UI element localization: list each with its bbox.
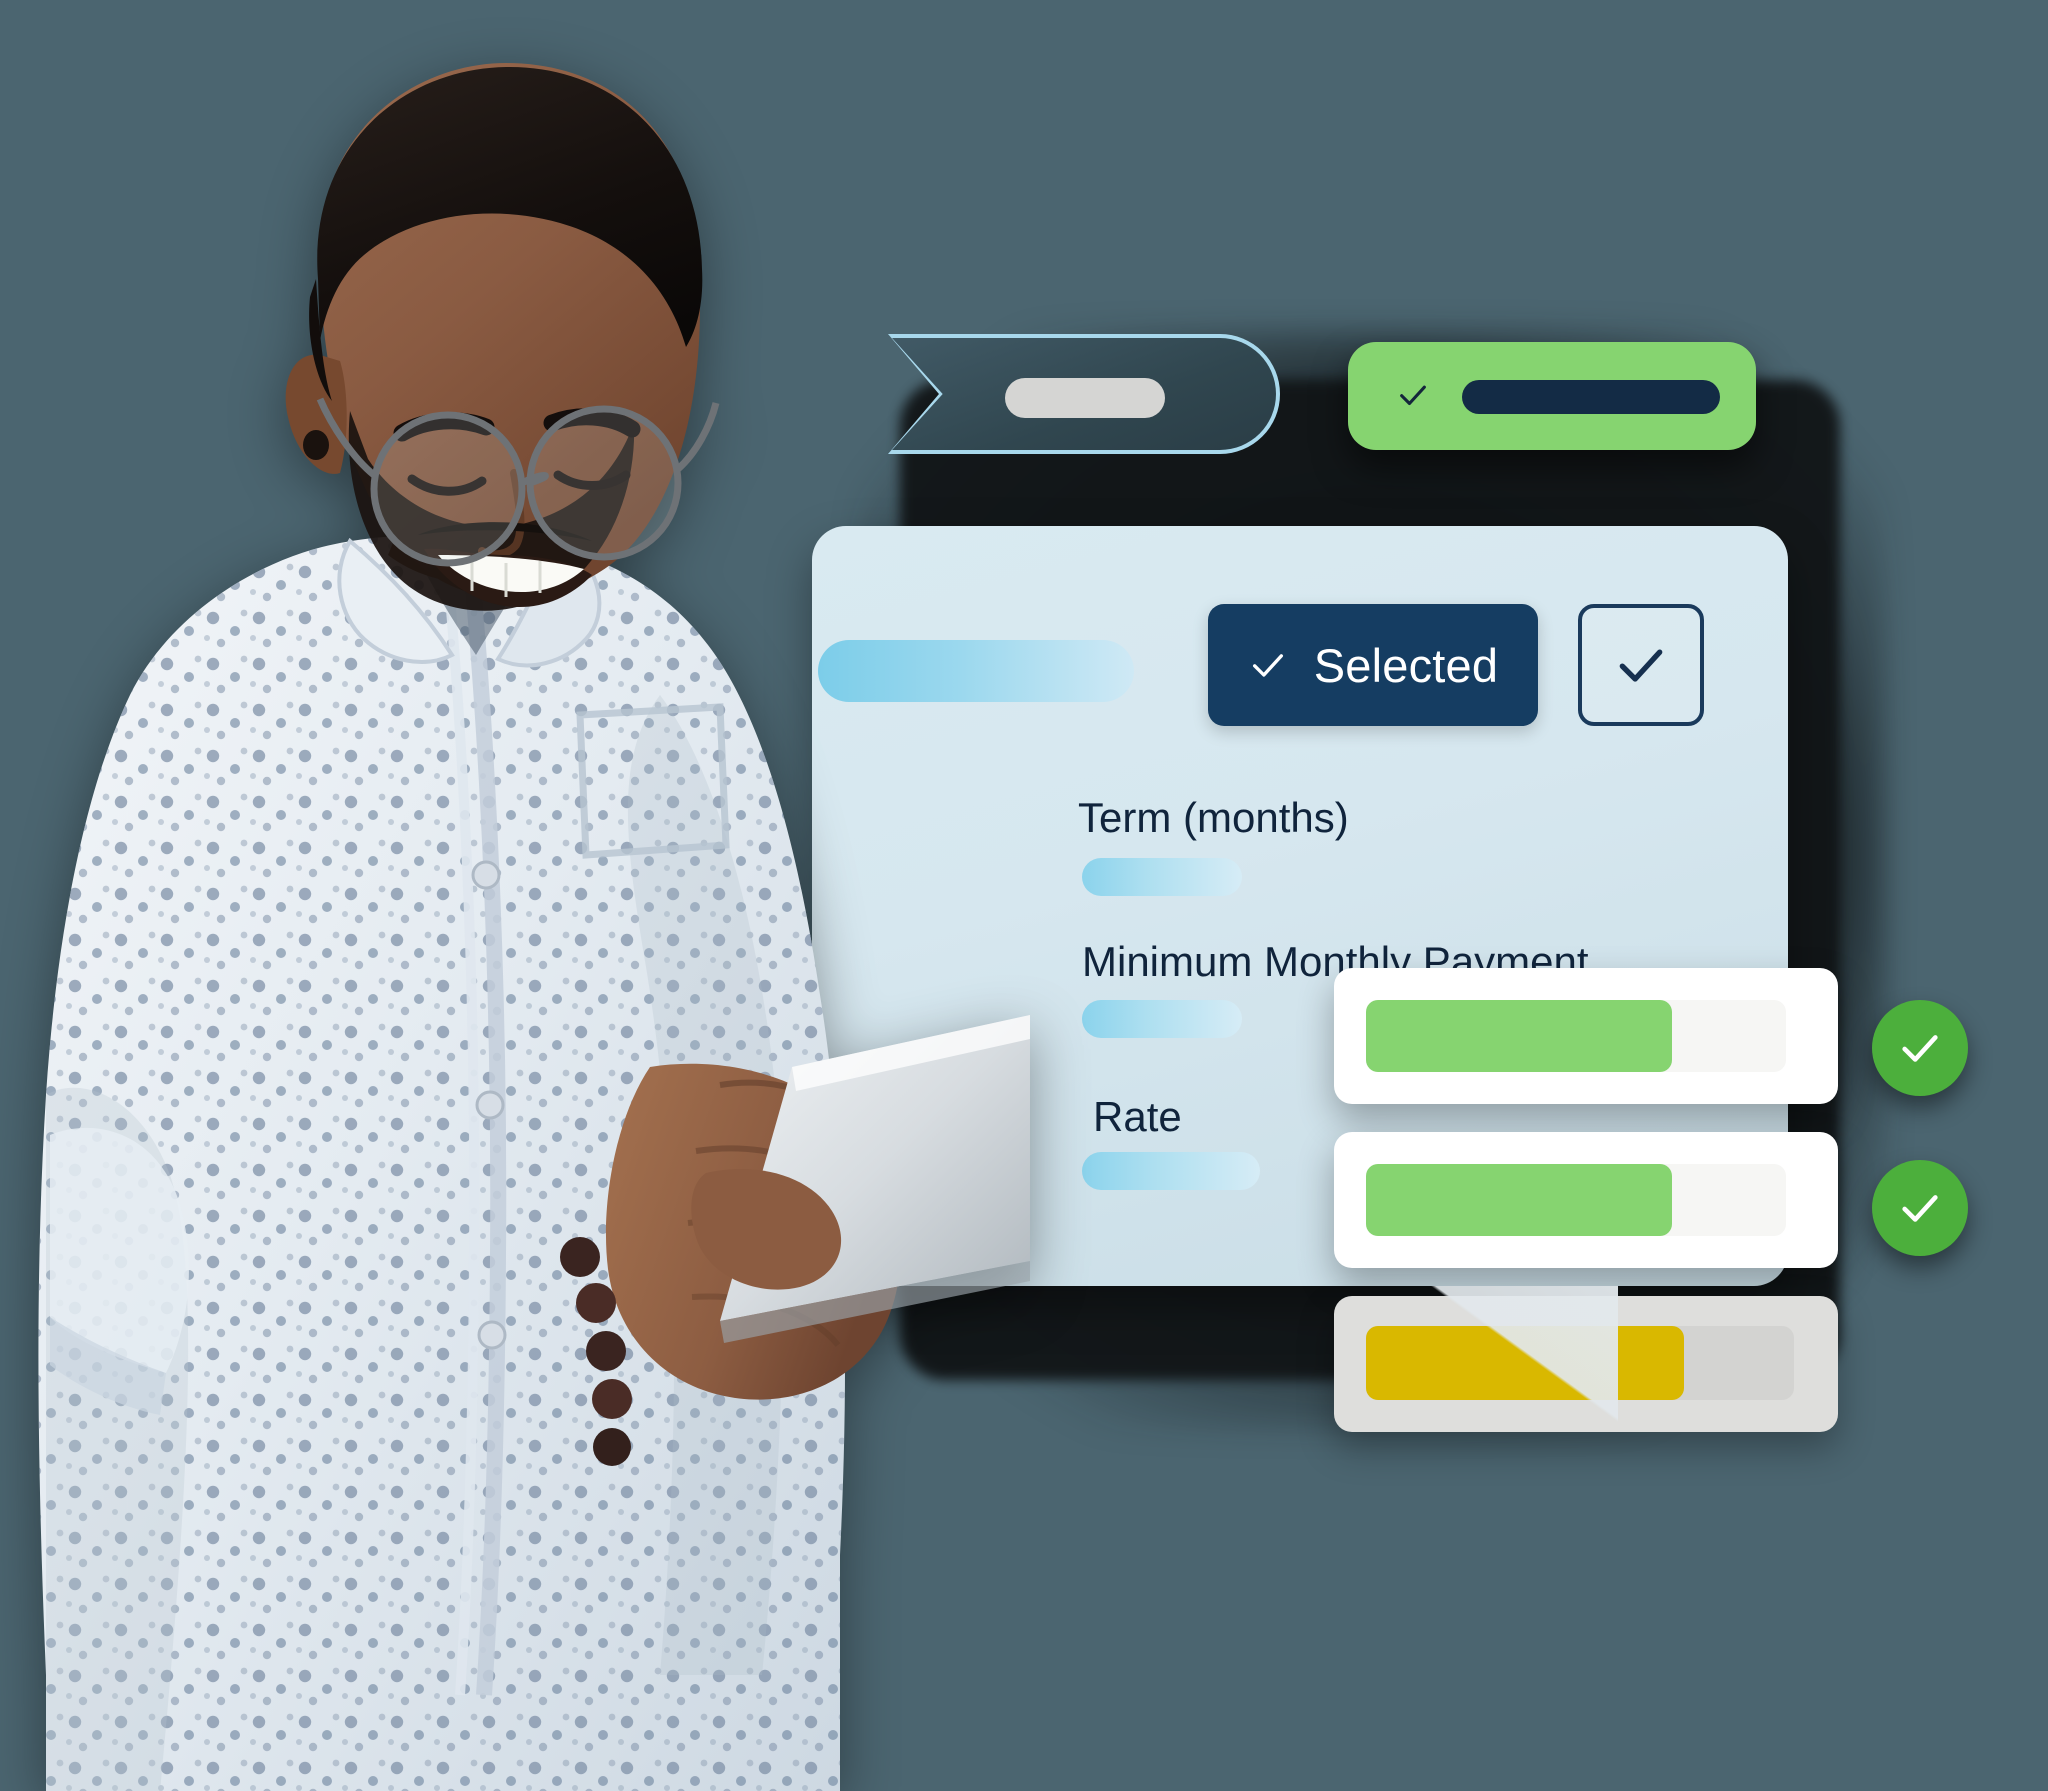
green-approval-badge[interactable] xyxy=(1348,342,1756,450)
green-badge-inner-bar xyxy=(1462,380,1720,414)
status-check-2 xyxy=(1872,1160,1968,1256)
progress-fill xyxy=(1366,1000,1672,1072)
check-icon xyxy=(1400,385,1426,406)
field-label-rate: Rate xyxy=(1093,1093,1182,1140)
progress-fill xyxy=(1366,1164,1672,1236)
selected-button[interactable]: Selected xyxy=(1208,604,1538,726)
selected-button-label: Selected xyxy=(1313,638,1499,692)
field-skeleton-rate xyxy=(1082,1152,1260,1190)
progress-fill xyxy=(1366,1326,1684,1400)
check-circle-icon xyxy=(1902,1035,1938,1062)
field-skeleton-term xyxy=(1082,858,1242,896)
hero-person-photo xyxy=(20,55,1030,1791)
check-icon xyxy=(1252,654,1283,677)
offer-card-3[interactable] xyxy=(1334,1296,1838,1432)
check-icon xyxy=(1619,649,1663,682)
offer-card-1[interactable] xyxy=(1334,968,1838,1104)
field-label-term: Term (months) xyxy=(1078,794,1349,841)
check-circle-icon xyxy=(1902,1195,1938,1222)
checked-checkbox[interactable] xyxy=(1578,604,1704,726)
hero-illustration-stage: Selected Term (months) Minimum Monthly P… xyxy=(0,0,2048,1791)
offer-card-2[interactable] xyxy=(1334,1132,1838,1268)
field-skeleton-minimum-monthly-payment xyxy=(1082,1000,1242,1038)
status-check-1 xyxy=(1872,1000,1968,1096)
